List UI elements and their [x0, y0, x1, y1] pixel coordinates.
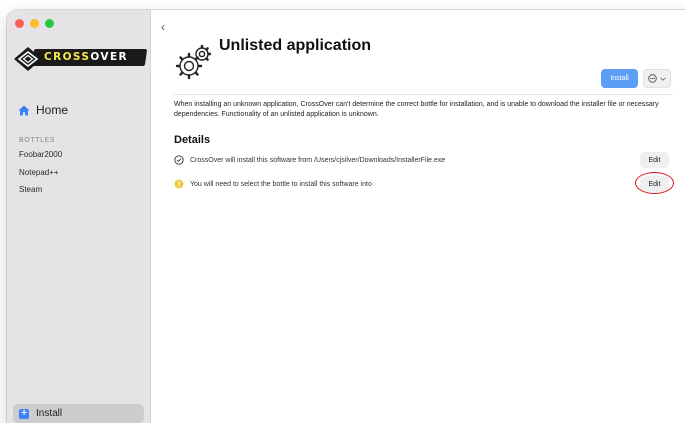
crossover-logo: CROSSOVER [13, 44, 148, 74]
sidebar-item-home[interactable]: Home [18, 103, 68, 117]
app-window: CROSSOVER Home BOTTLES Foobar2000 Notepa… [7, 10, 685, 423]
check-circle-icon [174, 155, 184, 165]
main-content: ‹ Unlisted application Install When inst… [152, 10, 685, 423]
detail-text: You will need to select the bottle to in… [190, 180, 372, 188]
edit-installer-source-button[interactable]: Edit [640, 152, 669, 168]
home-icon [18, 105, 30, 115]
bottles-section-title: BOTTLES [19, 137, 56, 144]
sidebar-item-install-label: Install [36, 408, 63, 419]
detail-row-installer-source: CrossOver will install this software fro… [174, 151, 674, 169]
back-button[interactable]: ‹ [161, 20, 165, 34]
description-text: When installing an unknown application, … [174, 101, 659, 118]
more-options-button[interactable] [643, 69, 671, 88]
minimize-window-button[interactable] [30, 19, 39, 28]
sidebar-item-home-label: Home [36, 103, 69, 117]
zoom-window-button[interactable] [45, 19, 54, 28]
edit-bottle-button[interactable]: Edit [640, 176, 669, 192]
logo-text-cross: CROSS [44, 51, 91, 63]
sidebar-item-bottle[interactable]: Foobar2000 [19, 150, 62, 168]
logo-badge-icon [14, 47, 42, 71]
sidebar: CROSSOVER Home BOTTLES Foobar2000 Notepa… [7, 10, 151, 423]
sidebar-item-install[interactable]: + Install [13, 404, 144, 423]
detail-text: CrossOver will install this software fro… [190, 156, 446, 164]
logo-text-over: OVER [90, 51, 129, 63]
page-title: Unlisted application [219, 37, 372, 54]
details-heading: Details [174, 134, 211, 146]
close-window-button[interactable] [15, 19, 24, 28]
traffic-lights [15, 19, 54, 28]
warning-icon [174, 179, 184, 189]
detail-row-bottle-selection: You will need to select the bottle to in… [174, 175, 674, 193]
plus-icon: + [19, 408, 29, 419]
sidebar-item-bottle[interactable]: Notepad++ [19, 168, 62, 186]
logo-text: CROSSOVER [44, 51, 128, 63]
header-divider [173, 94, 673, 95]
sidebar-item-bottle[interactable]: Steam [19, 185, 62, 203]
ellipsis-circle-icon [648, 74, 657, 83]
bottle-list: Foobar2000 Notepad++ Steam [19, 150, 62, 203]
gear-app-icon [175, 44, 212, 80]
chevron-down-icon [660, 77, 666, 81]
install-button[interactable]: Install [601, 69, 638, 88]
